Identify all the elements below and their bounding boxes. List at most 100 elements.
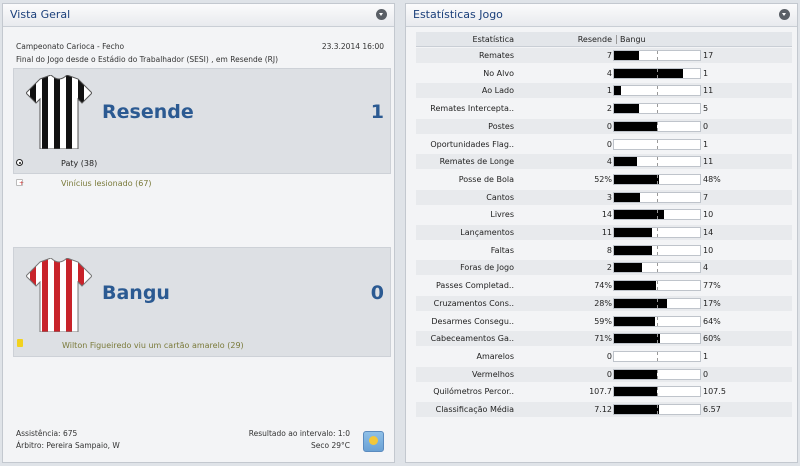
stat-bar-midline [657, 121, 658, 131]
stat-bar-midline [657, 263, 658, 273]
competition-name: Campeonato Carioca - Fecho [16, 42, 125, 51]
stat-bar-fill [614, 228, 652, 237]
stat-home-value: 0 [606, 121, 612, 131]
stat-bar-fill [614, 334, 661, 344]
stat-bar-fill [614, 174, 659, 184]
overview-panel: Vista Geral Campeonato Carioca - Fecho 2… [2, 3, 395, 463]
stat-row: Livres 14 10 [416, 207, 792, 222]
stat-away-value: 77% [703, 281, 721, 291]
stat-row: Cantos 3 7 [416, 189, 792, 205]
stat-away-value: 4 [703, 263, 709, 273]
stat-comparison-bar [613, 138, 701, 150]
stat-comparison-bar [613, 280, 701, 292]
home-team-name[interactable]: Resende [102, 101, 194, 123]
stat-home-value: 107.7 [589, 387, 612, 397]
stat-comparison-bar [613, 120, 701, 132]
stat-bar-fill [614, 281, 657, 291]
stat-bar-fill [614, 387, 657, 397]
stat-away-value: 17% [703, 298, 721, 308]
stats-title: Estatísticas Jogo [413, 8, 503, 21]
stat-bar-fill [614, 157, 638, 167]
overview-title: Vista Geral [10, 8, 71, 21]
col-away-label[interactable]: Bangu [616, 35, 646, 44]
stat-bar-midline [657, 51, 658, 60]
away-team-score: 0 [370, 282, 384, 304]
stat-label: Oportunidades Flag.. [430, 139, 514, 149]
stat-label: Cantos [486, 192, 514, 202]
stat-away-value: 64% [703, 316, 721, 326]
stat-bar-midline [657, 387, 658, 397]
stat-bar-fill [614, 86, 621, 96]
stat-comparison-bar [613, 315, 701, 327]
panel-menu-icon[interactable] [779, 9, 790, 20]
stat-bar-fill [614, 369, 657, 379]
stat-row: Remates Intercepta.. 2 5 [416, 101, 792, 116]
stat-away-value: 11 [703, 157, 714, 167]
stat-bar-midline [657, 316, 658, 326]
injury-icon: + [16, 179, 24, 186]
stat-row: Posse de Bola 52% 48% [416, 172, 792, 187]
stat-comparison-bar [613, 262, 701, 274]
away-team-name[interactable]: Bangu [102, 282, 170, 304]
match-date: 23.3.2014 16:00 [321, 42, 384, 51]
stat-home-value: 4 [606, 157, 612, 167]
stat-label: Amarelos [476, 351, 515, 361]
goal-icon [16, 159, 23, 166]
stat-home-value: 0 [606, 351, 612, 361]
stat-label: Remates [478, 51, 514, 60]
stat-label: Remates Intercepta.. [430, 104, 514, 114]
stat-label: Cabeceamentos Ga.. [430, 334, 514, 344]
stat-bar-fill [614, 68, 683, 78]
stat-row: Ao Lado 1 11 [416, 83, 792, 99]
stat-label: Livres [490, 210, 514, 220]
stat-label: Foras de Jogo [460, 263, 514, 273]
home-kit-icon [26, 75, 92, 149]
stat-away-value: 14 [703, 228, 714, 237]
stat-comparison-bar [613, 297, 701, 309]
stat-bar-midline [657, 174, 658, 184]
panel-menu-icon[interactable] [376, 9, 387, 20]
weather-text: Seco 29°C [310, 441, 350, 450]
stat-comparison-bar [613, 85, 701, 97]
stat-bar-midline [657, 228, 658, 237]
stat-bar-midline [657, 210, 658, 220]
stat-bar-midline [657, 139, 658, 149]
stat-comparison-bar [613, 103, 701, 115]
stat-bar-midline [657, 157, 658, 167]
referee[interactable]: Árbitro: Pereira Sampaio, W [16, 441, 120, 450]
stat-comparison-bar [613, 209, 701, 221]
weather-sunny-icon [363, 431, 384, 452]
stat-row: Quilómetros Percor.. 107.7 107.5 [416, 384, 792, 399]
stat-row: Desarmes Consegu.. 59% 64% [416, 314, 792, 329]
stat-bar-midline [657, 298, 658, 308]
away-kit-icon [26, 258, 92, 332]
stat-away-value: 10 [703, 210, 714, 220]
stat-comparison-bar [613, 404, 701, 415]
stat-bar-fill [614, 245, 652, 255]
stat-home-value: 71% [594, 334, 612, 344]
stat-row: Amarelos 0 1 [416, 349, 792, 364]
stat-bar-midline [657, 369, 658, 379]
stat-comparison-bar [613, 368, 701, 380]
stat-label: Cruzamentos Cons.. [433, 298, 514, 308]
stat-comparison-bar [613, 173, 701, 185]
col-home-label[interactable]: Resende [578, 35, 612, 44]
stat-label: Posse de Bola [458, 174, 514, 184]
stat-label: Faltas [490, 245, 514, 255]
stat-comparison-bar [613, 156, 701, 168]
col-stat-label[interactable]: Estatística [473, 35, 514, 44]
stat-label: Lançamentos [460, 228, 514, 237]
stat-label: Remates de Longe [439, 157, 514, 167]
stat-row: Oportunidades Flag.. 0 1 [416, 137, 792, 152]
stat-away-value: 1 [703, 68, 709, 78]
stat-away-value: 7 [703, 192, 709, 202]
attendance: Assistência: 675 [16, 429, 78, 438]
stat-comparison-bar [613, 50, 701, 61]
stat-home-value: 74% [594, 281, 612, 291]
stat-away-value: 107.5 [703, 387, 726, 397]
stat-comparison-bar [613, 333, 701, 345]
stats-column-header: Estatística Resende Bangu [416, 32, 792, 47]
stats-header: Estatísticas Jogo [406, 4, 797, 27]
stat-away-value: 10 [703, 245, 714, 255]
stat-home-value: 11 [601, 228, 612, 237]
